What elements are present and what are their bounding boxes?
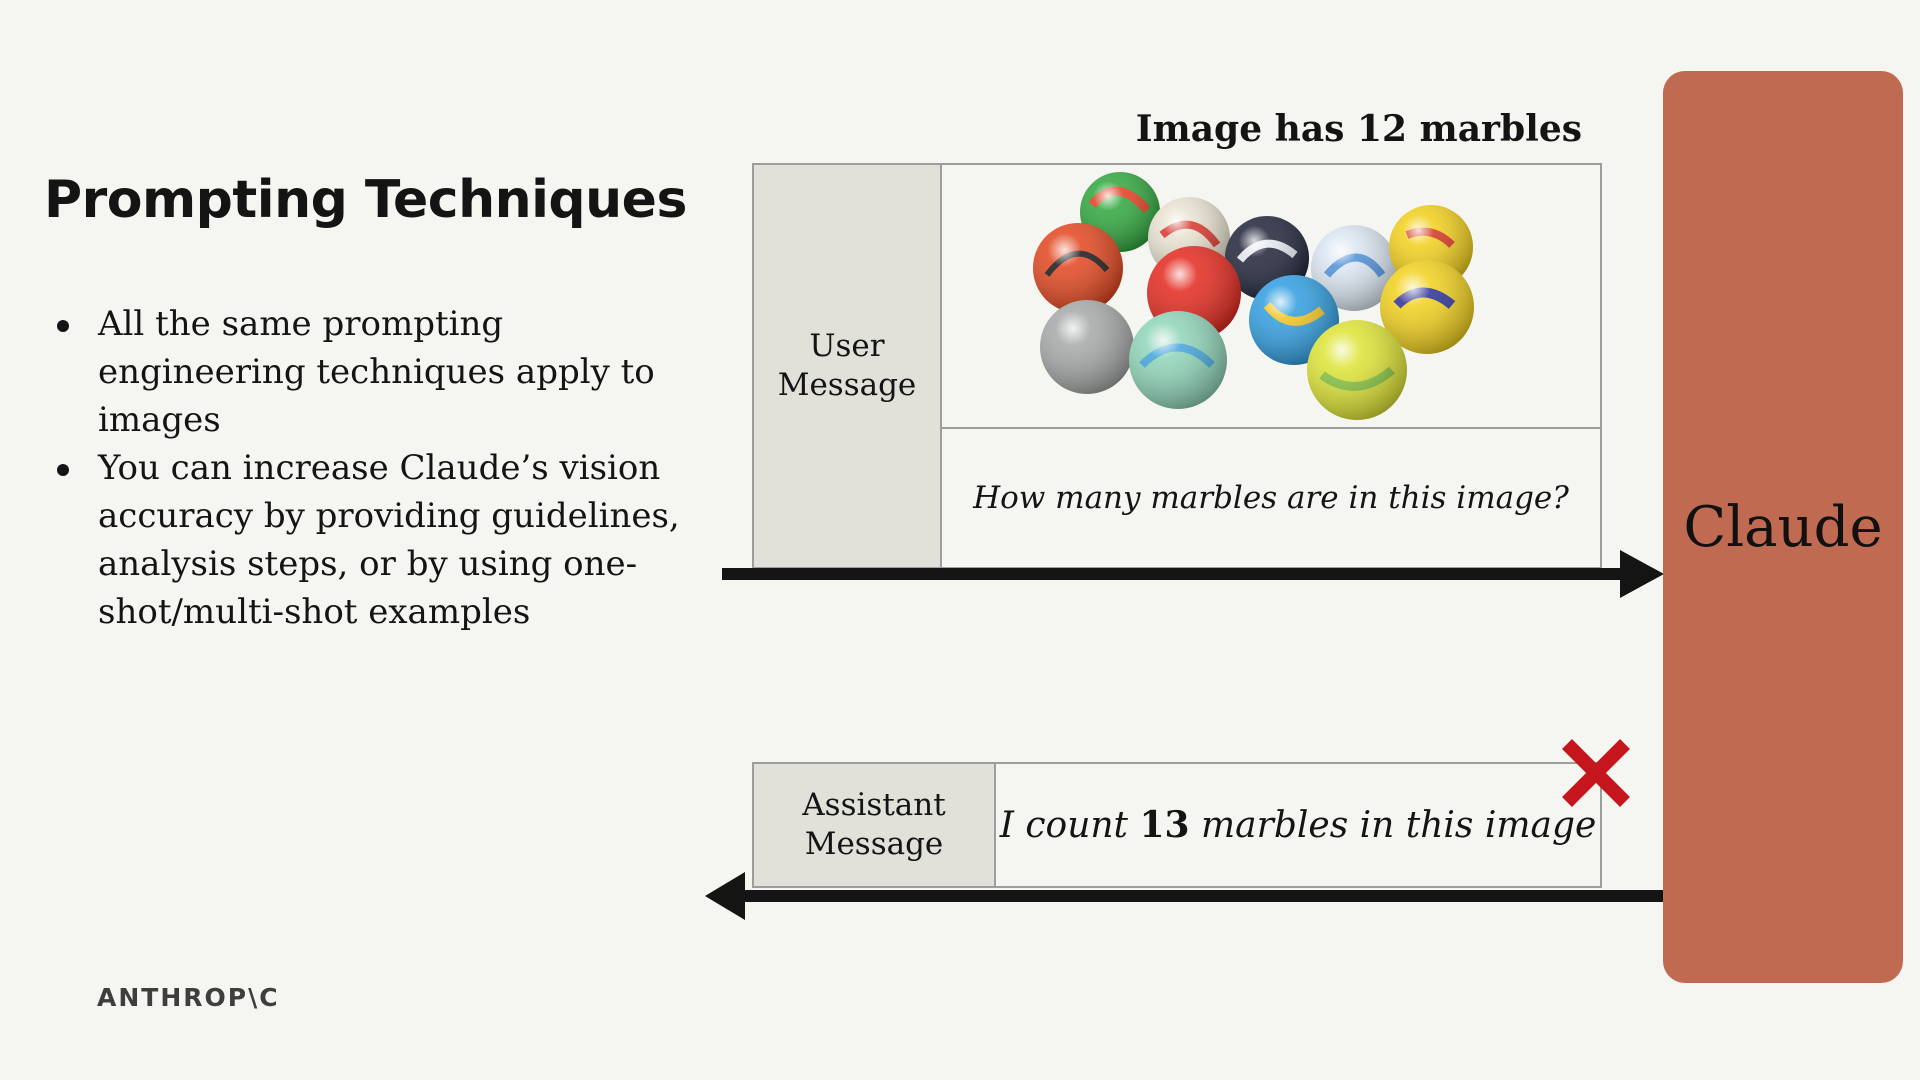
bullet-list: All the same prompting engineering techn… <box>55 300 695 636</box>
user-message-label: User Message <box>754 165 942 567</box>
assistant-label-line1: Assistant <box>802 787 946 823</box>
anthropic-logo: ANTHROP\C <box>97 983 280 1012</box>
marbles-image-cell <box>942 165 1600 429</box>
answer-count: 13 <box>1139 804 1190 846</box>
assistant-message-label: Assistant Message <box>754 764 996 886</box>
answer-prefix: I count <box>999 804 1140 846</box>
image-caption: Image has 12 marbles <box>1135 108 1582 150</box>
user-question: How many marbles are in this image? <box>973 480 1569 516</box>
bullet-dot-icon <box>57 464 69 476</box>
user-label-line1: User <box>809 328 885 364</box>
bullet-dot-icon <box>57 320 69 332</box>
claude-model-block: Claude <box>1663 71 1903 983</box>
bullet-item: All the same prompting engineering techn… <box>55 300 695 444</box>
marbles-photo <box>1033 172 1474 420</box>
user-message-box: User Message How many marbles are in thi… <box>752 163 1602 569</box>
bullet-text: All the same prompting engineering techn… <box>98 304 655 440</box>
assistant-answer: I count 13 marbles in this image <box>996 764 1600 886</box>
answer-suffix: marbles in this image <box>1189 804 1597 846</box>
assistant-label-line2: Message <box>804 826 944 862</box>
slide-title: Prompting Techniques <box>44 170 687 230</box>
claude-label: Claude <box>1683 494 1883 560</box>
assistant-message-box: Assistant Message I count 13 marbles in t… <box>752 762 1602 888</box>
bullet-text: You can increase Claude’s vision accurac… <box>98 448 680 632</box>
bullet-item: You can increase Claude’s vision accurac… <box>55 444 695 636</box>
arrow-right-icon <box>722 550 1664 598</box>
red-x-icon <box>1562 739 1630 807</box>
user-label-line2: Message <box>777 367 917 403</box>
arrow-left-icon <box>705 872 1665 920</box>
